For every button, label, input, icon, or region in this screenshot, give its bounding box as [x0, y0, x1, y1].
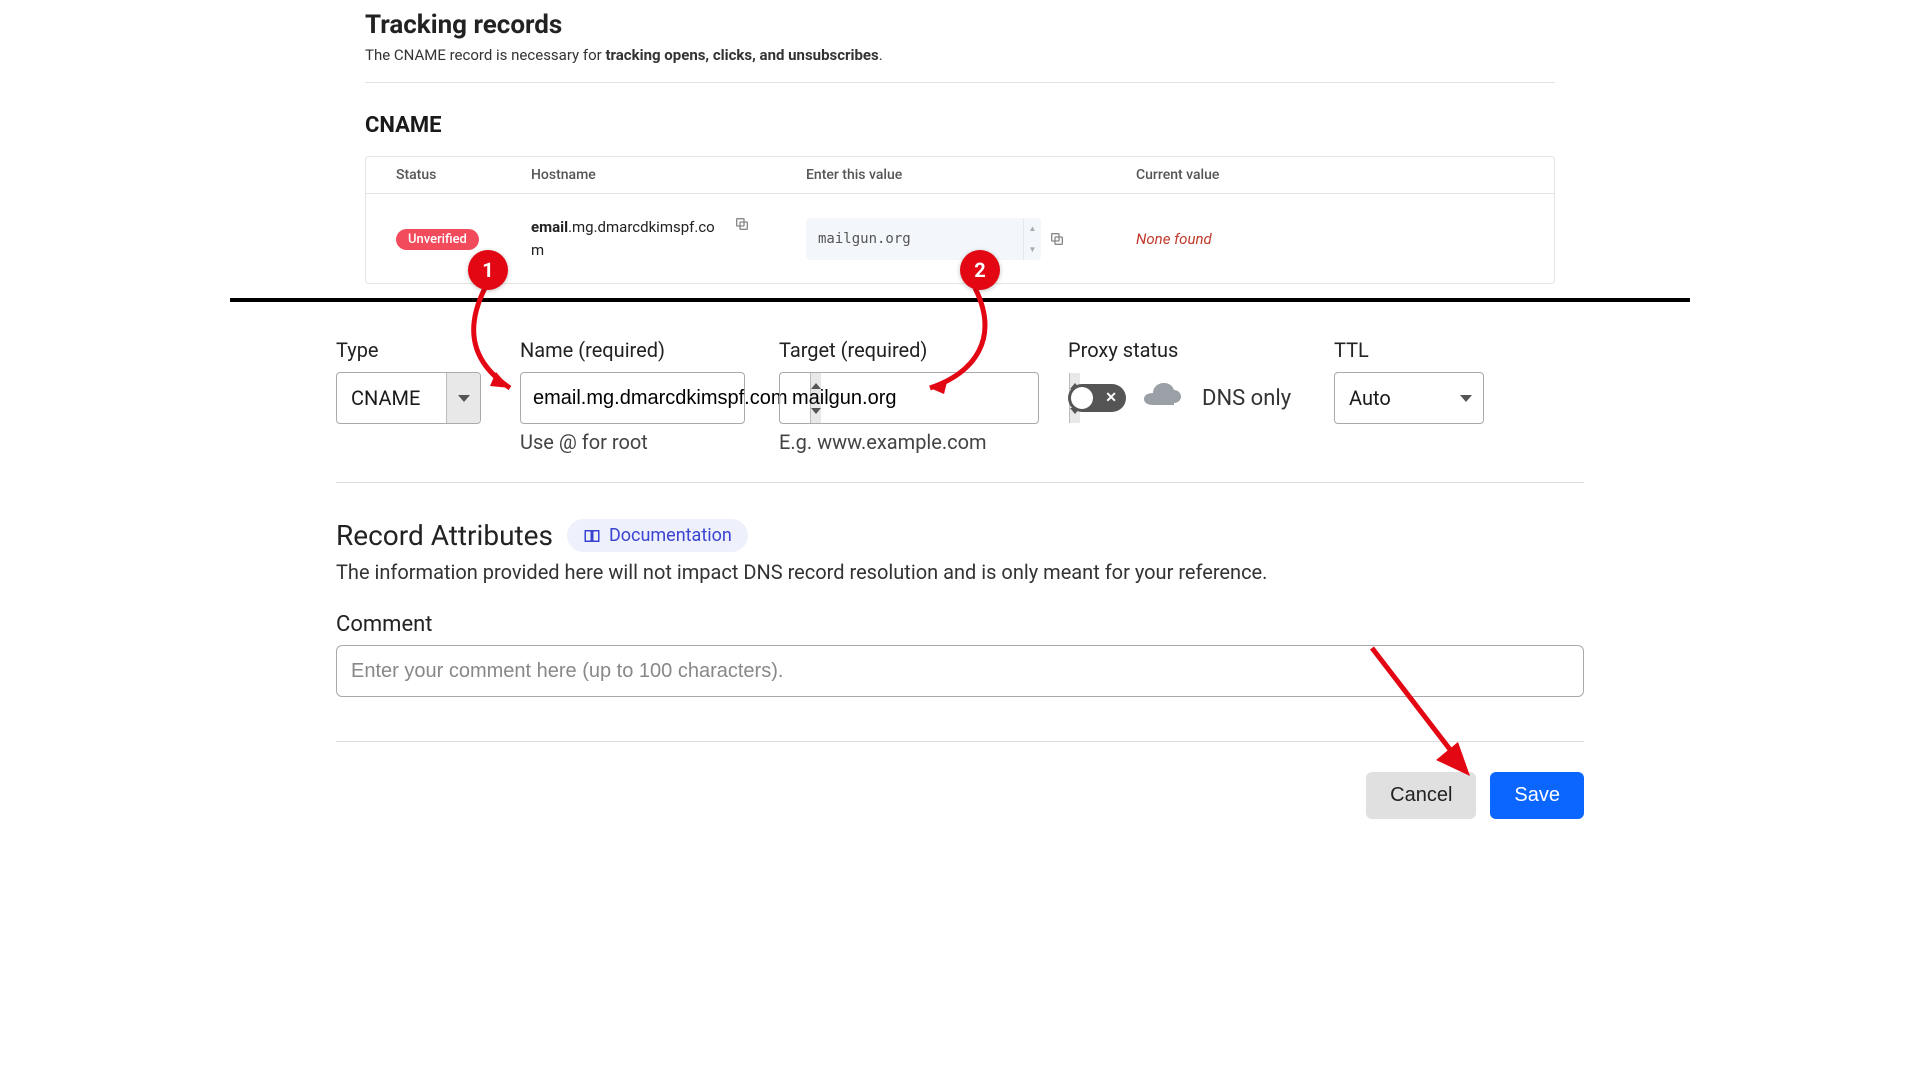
value-text: mailgun.org — [806, 221, 1023, 257]
name-label: Name (required) — [520, 338, 775, 362]
hostname-cell: email.mg.dmarcdkimspf.com — [531, 216, 806, 261]
value-input-box[interactable]: mailgun.org ▲▼ — [806, 218, 1041, 260]
target-label: Target (required) — [779, 338, 1064, 362]
ttl-select[interactable]: Auto — [1334, 372, 1484, 424]
save-button[interactable]: Save — [1490, 772, 1584, 819]
type-label: Type — [336, 338, 516, 362]
type-select-value: CNAME — [337, 373, 446, 423]
toggle-off-x-icon: ✕ — [1105, 390, 1117, 406]
chevron-down-icon — [458, 395, 470, 402]
target-hint: E.g. www.example.com — [779, 430, 1064, 454]
book-icon — [583, 527, 601, 545]
ttl-value: Auto — [1335, 373, 1449, 423]
cancel-button[interactable]: Cancel — [1366, 772, 1476, 819]
copy-icon[interactable] — [734, 216, 750, 232]
status-badge-unverified: Unverified — [396, 229, 479, 250]
hostname-prefix: email — [531, 218, 568, 236]
target-input[interactable] — [780, 373, 1069, 423]
current-value-none: None found — [1136, 230, 1212, 248]
ttl-label: TTL — [1334, 338, 1484, 362]
callout-1: 1 — [468, 250, 508, 290]
target-input-wrap[interactable] — [779, 372, 1039, 424]
copy-icon[interactable] — [1049, 231, 1065, 247]
name-input-wrap[interactable] — [520, 372, 745, 424]
col-current: Current value — [1136, 167, 1554, 183]
col-value: Enter this value — [806, 167, 1136, 183]
tracking-records-subtitle: The CNAME record is necessary for tracki… — [365, 46, 1555, 83]
name-hint: Use @ for root — [520, 430, 775, 454]
proxy-status-text: DNS only — [1202, 386, 1291, 411]
col-hostname: Hostname — [531, 167, 806, 183]
ttl-caret[interactable] — [1449, 373, 1483, 423]
documentation-link[interactable]: Documentation — [567, 519, 748, 552]
record-attributes-desc: The information provided here will not i… — [336, 560, 1584, 584]
cname-heading: CNAME — [365, 113, 1555, 138]
documentation-label: Documentation — [609, 525, 732, 546]
tracking-sub-bold: tracking opens, clicks, and unsubscribes — [605, 46, 878, 64]
col-status: Status — [366, 167, 531, 183]
tracking-records-heading: Tracking records — [365, 10, 1555, 40]
tracking-sub-prefix: The CNAME record is necessary for — [365, 46, 605, 64]
callout-2: 2 — [960, 250, 1000, 290]
chevron-down-icon — [1460, 395, 1472, 402]
comment-input[interactable] — [336, 645, 1584, 697]
toggle-knob — [1071, 387, 1093, 409]
record-attributes-title: Record Attributes — [336, 519, 553, 552]
cname-table-header: Status Hostname Enter this value Current… — [366, 157, 1554, 194]
tracking-sub-suffix: . — [879, 46, 883, 64]
proxy-toggle[interactable]: ✕ — [1068, 384, 1126, 412]
name-input[interactable] — [521, 373, 810, 423]
cloud-icon — [1144, 383, 1184, 413]
type-select-caret[interactable] — [446, 373, 480, 423]
value-stepper[interactable]: ▲▼ — [1023, 218, 1041, 260]
comment-label: Comment — [336, 612, 1584, 637]
type-select[interactable]: CNAME — [336, 372, 481, 424]
proxy-status-label: Proxy status — [1068, 338, 1330, 362]
